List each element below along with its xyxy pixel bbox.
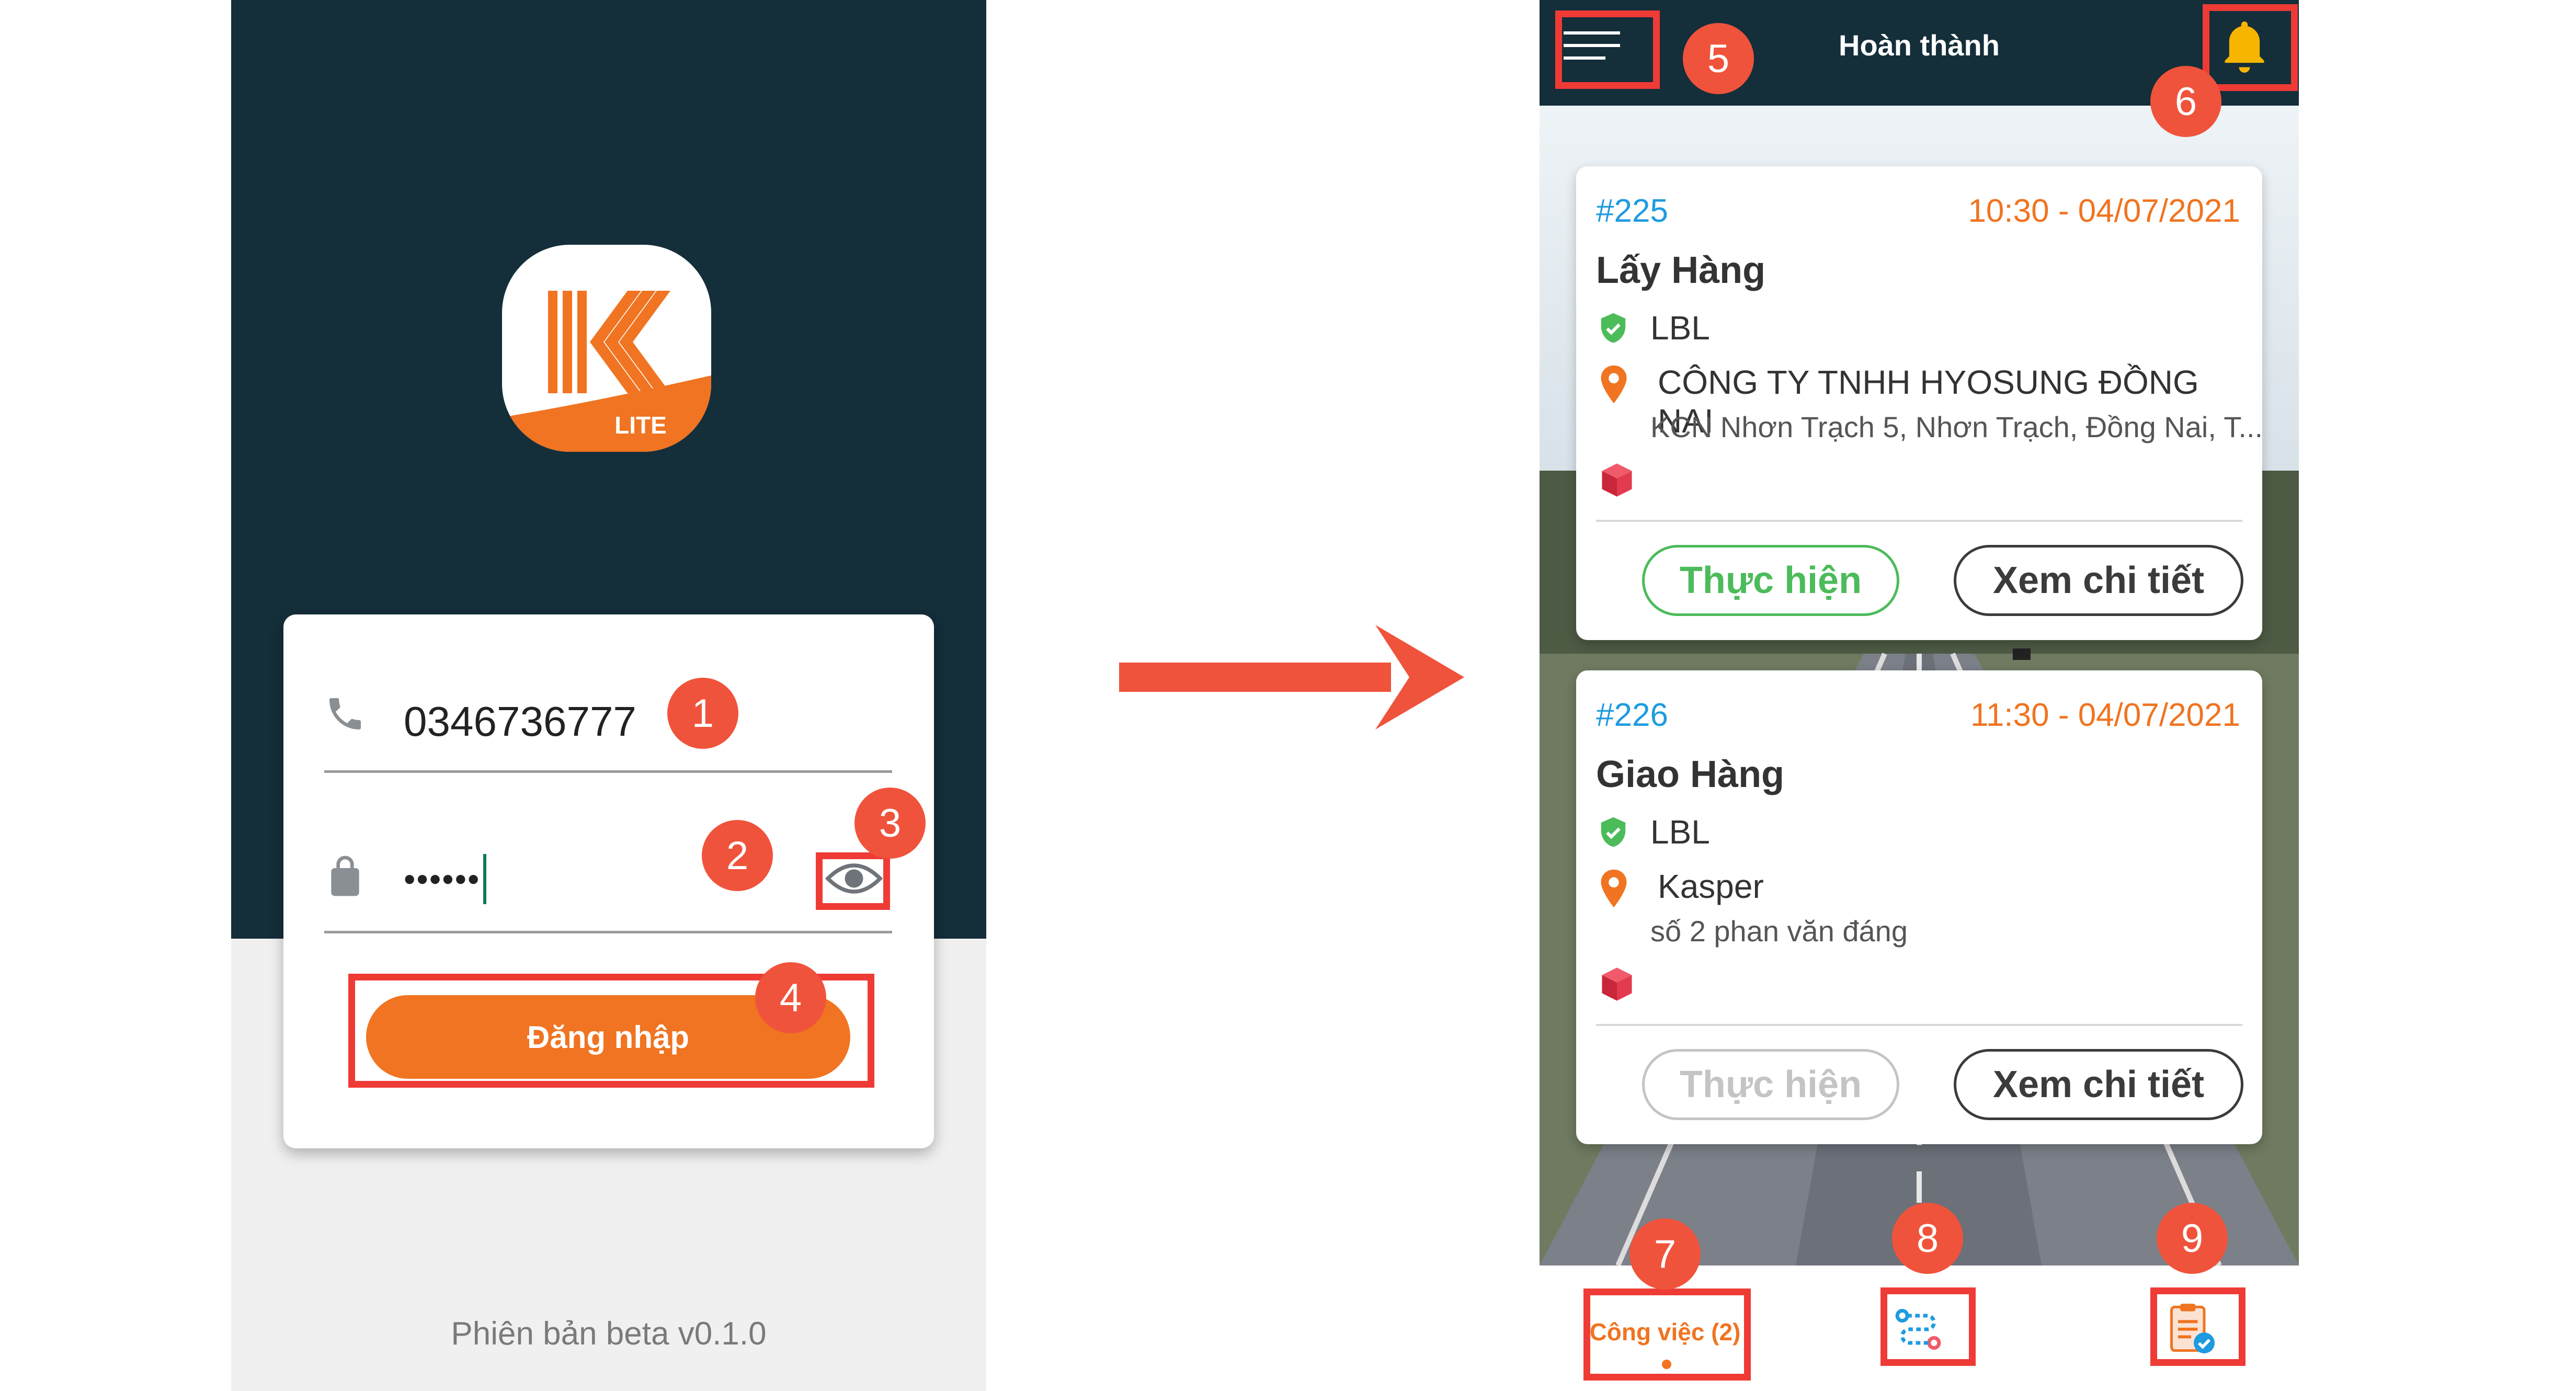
password-underline xyxy=(324,931,892,933)
task-company: LBL xyxy=(1650,309,1710,347)
card-divider xyxy=(1596,1024,2242,1026)
task-card[interactable]: #225 10:30 - 04/07/2021 Lấy Hàng LBL CÔN… xyxy=(1576,166,2263,640)
password-input[interactable]: •••••• xyxy=(404,854,613,904)
package-icon xyxy=(1597,964,1637,1004)
task-title: Giao Hàng xyxy=(1596,754,1785,795)
annotation-badge-5: 5 xyxy=(1683,23,1754,94)
annotation-box-bell xyxy=(2203,4,2298,91)
app-logo: LITE xyxy=(502,245,711,452)
login-screen: LITE 0346736777 •••••• Đăng nhập Phiên b… xyxy=(231,0,986,1391)
flow-arrow-icon xyxy=(1119,625,1464,729)
annotation-badge-6: 6 xyxy=(2150,66,2221,137)
task-time: 10:30 - 04/07/2021 xyxy=(1968,193,2240,229)
annotation-box-route xyxy=(1880,1287,1976,1366)
task-id: #225 xyxy=(1596,193,1668,229)
task-card[interactable]: #226 11:30 - 04/07/2021 Giao Hàng LBL Ka… xyxy=(1576,670,2262,1144)
annotation-box-show-password xyxy=(816,852,890,910)
card-divider xyxy=(1596,520,2242,522)
location-pin-icon xyxy=(1599,364,1628,405)
annotation-box-jobs-tab xyxy=(1583,1289,1751,1381)
annotation-badge-7: 7 xyxy=(1629,1218,1701,1290)
task-title: Lấy Hàng xyxy=(1596,249,1766,291)
execute-button-disabled[interactable]: Thực hiện xyxy=(1642,1049,1899,1120)
annotation-box-report xyxy=(2150,1287,2246,1366)
task-address-line: số 2 phan văn đáng xyxy=(1650,915,1908,948)
task-company: LBL xyxy=(1650,813,1710,851)
annotation-badge-2: 2 xyxy=(702,820,773,891)
shield-check-icon xyxy=(1597,312,1629,348)
version-label: Phiên bản beta v0.1.0 xyxy=(451,1316,767,1352)
annotation-box-menu xyxy=(1555,10,1660,89)
phone-underline xyxy=(324,770,892,773)
task-list-screen: Hoàn thành #225 10:30 - 04/07/2021 Lấy H… xyxy=(1540,0,2299,1391)
annotation-badge-1: 1 xyxy=(667,678,738,749)
annotation-badge-4: 4 xyxy=(755,962,826,1033)
text-cursor xyxy=(483,854,487,904)
logo-caption: LITE xyxy=(614,412,667,439)
view-detail-button[interactable]: Xem chi tiết xyxy=(1954,545,2243,616)
location-pin-icon xyxy=(1599,868,1628,909)
execute-button[interactable]: Thực hiện xyxy=(1642,545,1899,616)
task-address-line: KCN Nhơn Trạch 5, Nhơn Trạch, Đồng Nai, … xyxy=(1650,411,2263,443)
annotation-badge-9: 9 xyxy=(2157,1203,2228,1274)
task-address-name: Kasper xyxy=(1658,868,1764,905)
package-icon xyxy=(1597,460,1637,500)
password-value: •••••• xyxy=(404,860,481,898)
task-id: #226 xyxy=(1596,697,1668,733)
lock-icon xyxy=(324,852,366,899)
phone-icon xyxy=(324,693,366,735)
annotation-badge-3: 3 xyxy=(854,788,926,859)
annotation-badge-8: 8 xyxy=(1892,1203,1963,1274)
shield-check-icon xyxy=(1597,816,1629,852)
task-time: 11:30 - 04/07/2021 xyxy=(1970,697,2240,733)
view-detail-button[interactable]: Xem chi tiết xyxy=(1954,1049,2243,1120)
